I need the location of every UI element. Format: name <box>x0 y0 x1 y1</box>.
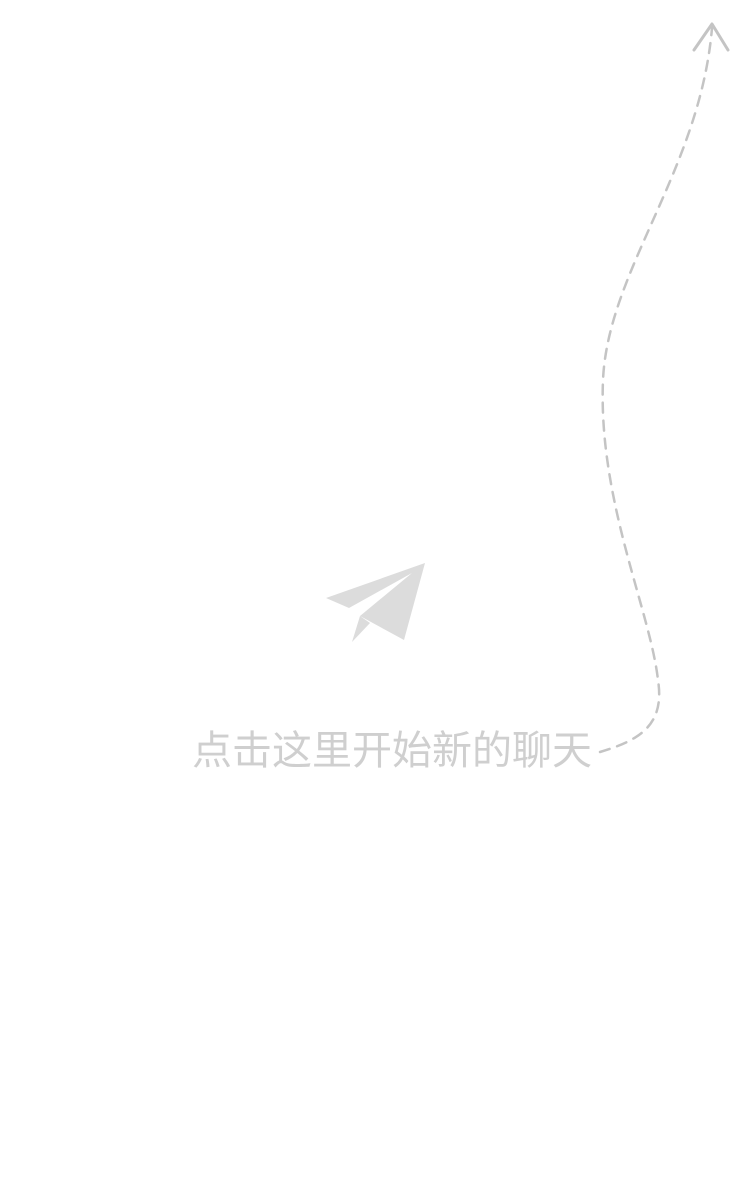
up-arrow-icon <box>692 22 730 52</box>
paper-plane-icon <box>326 563 425 642</box>
start-new-chat-hint[interactable]: 点击这里开始新的聊天 <box>192 728 592 774</box>
empty-chat-screen: 点击这里开始新的聊天 <box>0 0 750 1204</box>
dashed-guide-line <box>598 26 714 754</box>
